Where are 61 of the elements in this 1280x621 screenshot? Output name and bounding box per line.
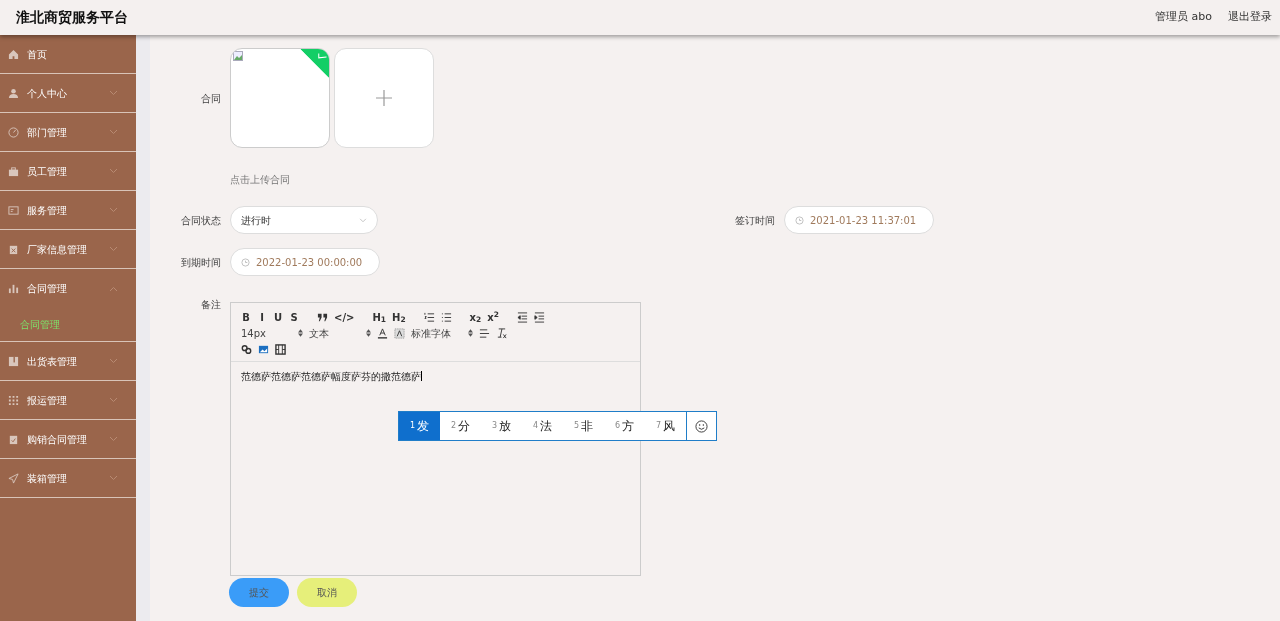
image-icon[interactable] (258, 343, 269, 355)
clear-format-icon[interactable] (496, 327, 507, 339)
user-label: 管理员 abo (1155, 9, 1212, 26)
uploaded-file-tile[interactable] (230, 48, 330, 148)
toolbar-button[interactable]: S (289, 309, 299, 325)
toolbar-dropdown[interactable]: 14px (241, 325, 303, 341)
toolbar-button[interactable]: H$_{2}$ (392, 309, 406, 325)
status-select[interactable]: 进行时 (230, 206, 378, 234)
toolbar-button[interactable]: B (241, 309, 251, 325)
indent-icon[interactable] (533, 311, 545, 323)
grid-icon (8, 394, 19, 406)
toolbar-button[interactable]: U (273, 309, 283, 325)
clock-icon (241, 257, 250, 267)
home-icon (8, 48, 19, 60)
toolbar-button[interactable]: x$^{2}$ (487, 309, 499, 325)
clipboard-check-icon (8, 433, 19, 445)
logout-link[interactable]: 退出登录 (1228, 9, 1272, 26)
font-color-icon[interactable] (377, 327, 388, 339)
chevron-down-icon (359, 217, 367, 223)
field-label: 签订时间 (734, 213, 776, 228)
id-card-icon (8, 204, 19, 216)
send-icon (8, 472, 19, 484)
highlight-icon[interactable] (394, 327, 405, 339)
user-icon (8, 87, 19, 99)
app-title: 淮北商贸服务平台 (15, 8, 128, 27)
broken-image-icon (233, 51, 243, 61)
toolbar-dropdown[interactable]: 文本 (309, 325, 371, 341)
link-icon[interactable] (241, 343, 252, 355)
toolbar-button[interactable]: H$_{1}$ (372, 309, 386, 325)
sort-arrows-icon (298, 329, 303, 337)
upload-hint: 点击上传合同 (230, 173, 291, 187)
toolbar-button[interactable]: </> (334, 309, 355, 325)
briefcase-icon (8, 165, 19, 177)
text-cursor (421, 371, 422, 381)
toolbar-dropdown[interactable]: 标准字体 (411, 325, 473, 341)
sort-arrows-icon (366, 329, 371, 337)
bar-chart-icon (8, 283, 19, 294)
numbered-list-icon[interactable] (423, 311, 435, 323)
bulleted-list-icon[interactable] (440, 311, 452, 323)
field-label: 合同 (200, 91, 222, 106)
date-field[interactable]: 2021-01-23 11:37:01 (784, 206, 934, 234)
editor-text: 范德萨范德萨范德萨幅度萨芬的撒范德萨 (240, 370, 423, 384)
emoji-icon[interactable] (695, 419, 708, 433)
plus-icon (374, 88, 394, 108)
gauge-icon (8, 126, 19, 138)
toolbar-button[interactable]: x$_{2}$ (469, 309, 482, 325)
field-label: 备注 (200, 298, 222, 312)
book-icon (8, 355, 19, 367)
field-label: 合同状态 (180, 213, 222, 228)
clipboard-icon (8, 243, 19, 255)
clock-icon (795, 215, 804, 225)
align-icon[interactable] (479, 327, 490, 339)
cancel-button[interactable]: 取消 (297, 578, 357, 607)
sort-arrows-icon (468, 329, 473, 337)
toolbar-button[interactable]: I (257, 309, 267, 325)
date-field[interactable]: 2022-01-23 00:00:00 (230, 248, 380, 276)
film-icon[interactable] (275, 343, 286, 355)
field-label: 到期时间 (180, 255, 222, 270)
sidebar-item[interactable]: 合同管理 (0, 269, 136, 308)
outdent-icon[interactable] (516, 311, 528, 323)
quote-icon[interactable] (317, 311, 328, 323)
